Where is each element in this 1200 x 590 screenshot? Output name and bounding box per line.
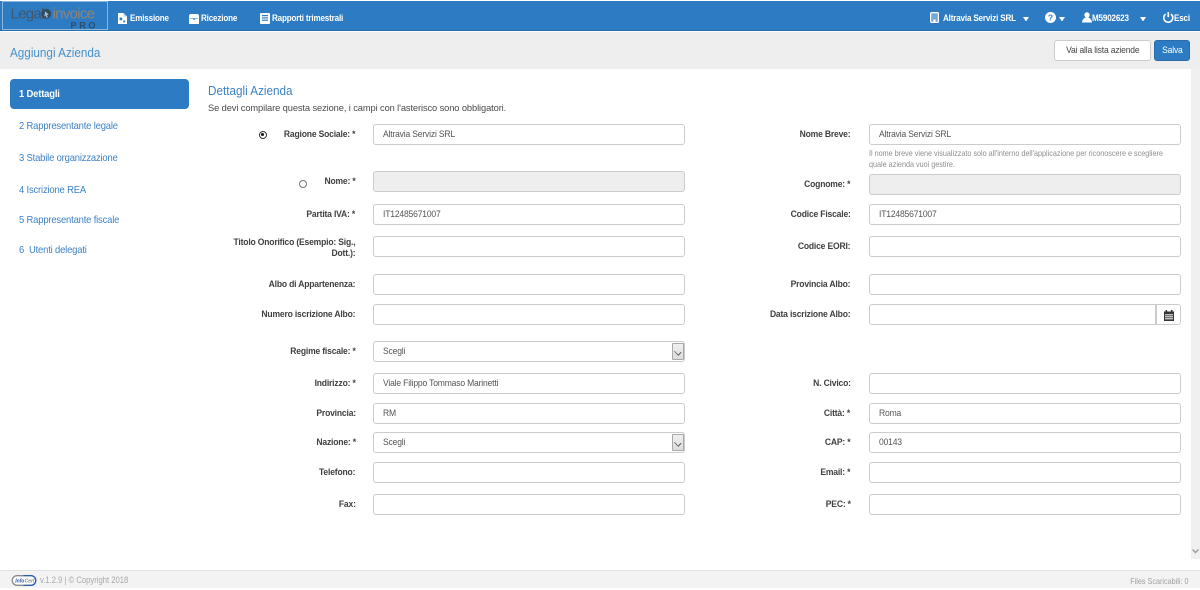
svg-text:Legal: Legal xyxy=(11,6,45,23)
svg-text:Cert: Cert xyxy=(25,579,35,585)
svg-text:?: ? xyxy=(1048,12,1053,22)
svg-text:Info: Info xyxy=(15,579,24,585)
svg-text:PRO: PRO xyxy=(71,21,99,31)
